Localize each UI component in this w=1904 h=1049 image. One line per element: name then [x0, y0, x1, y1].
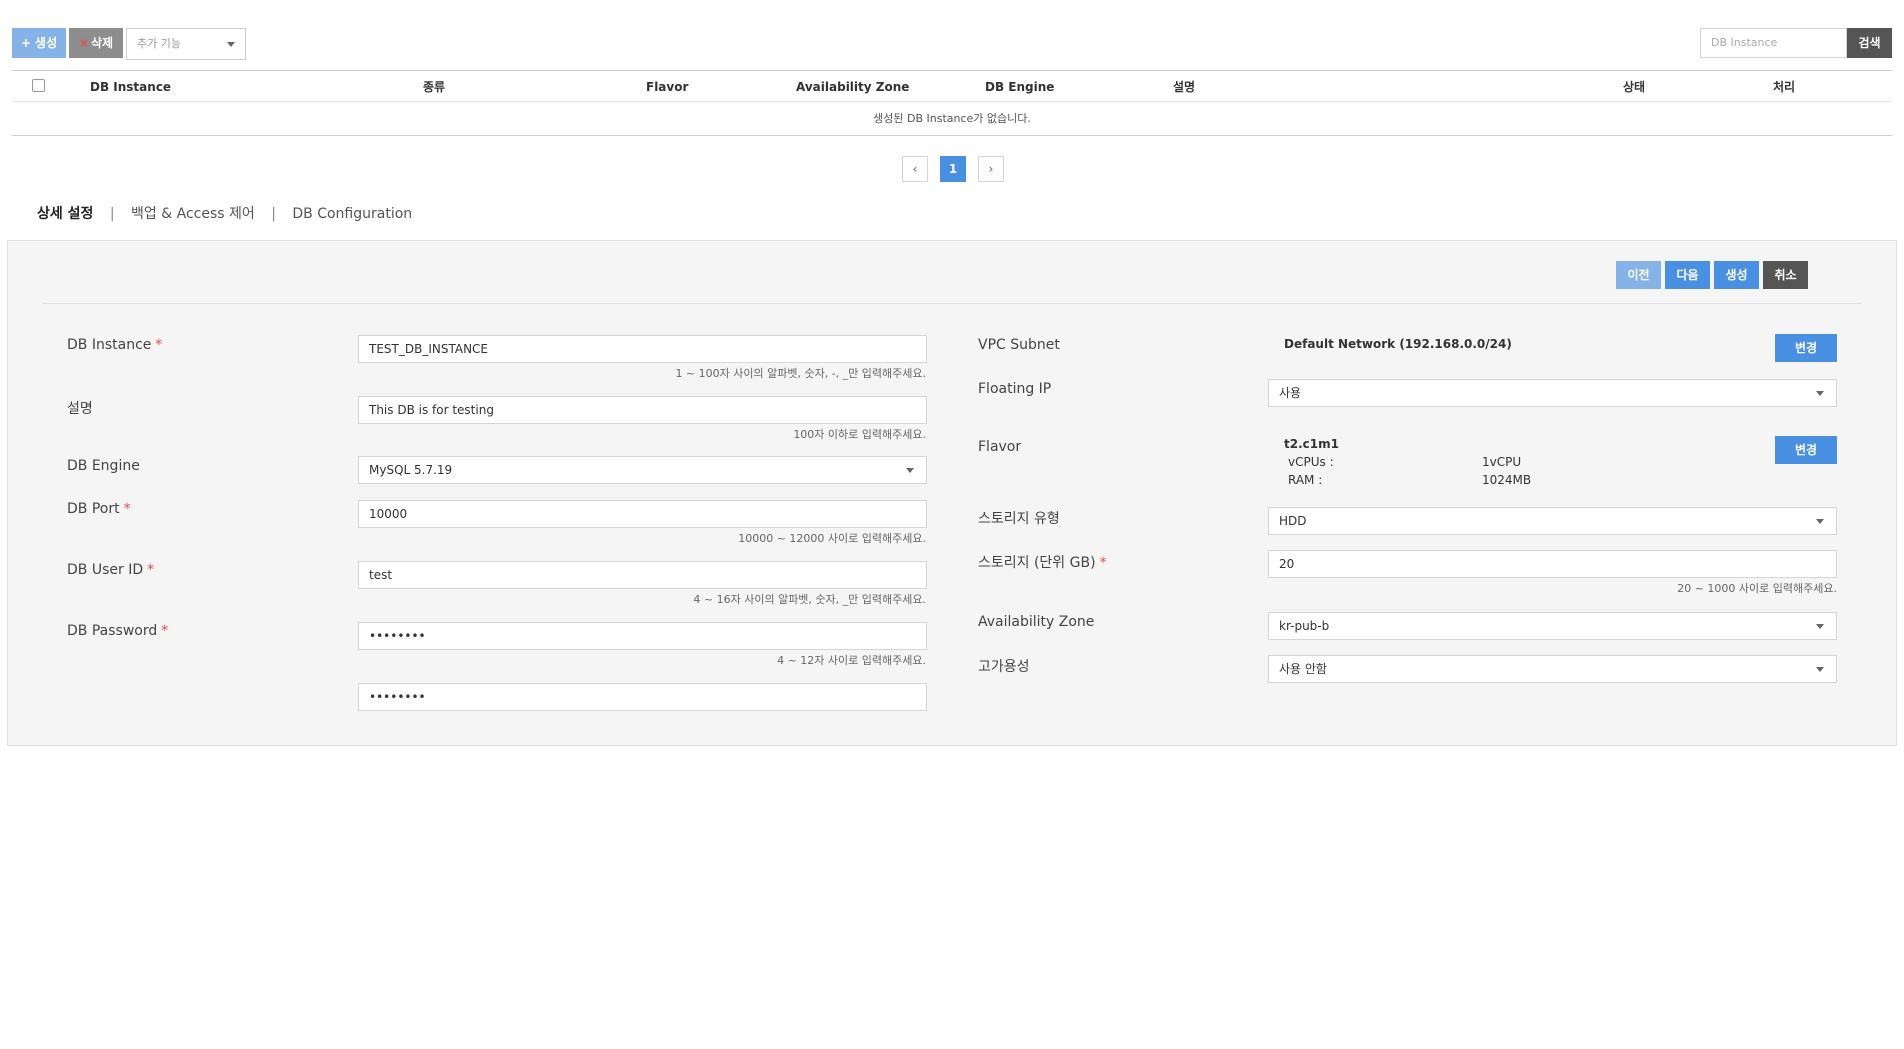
wizard-tabs: 상세 설정 | 백업 & Access 제어 | DB Configuratio…	[37, 203, 412, 223]
storage-size-input[interactable]: 20	[1268, 550, 1837, 578]
description-input[interactable]: This DB is for testing	[358, 396, 927, 424]
storage-type-value: HDD	[1279, 514, 1307, 528]
prev-page-button[interactable]: ‹	[902, 156, 928, 182]
db-port-hint: 10000 ~ 12000 사이로 입력해주세요.	[738, 532, 926, 545]
next-step-button[interactable]: 다음	[1665, 261, 1710, 289]
prev-step-button[interactable]: 이전	[1616, 261, 1661, 289]
col-availability-zone[interactable]: Availability Zone	[796, 71, 909, 103]
vpc-subnet-label: VPC Subnet	[978, 337, 1060, 353]
ram-value: 1024MB	[1482, 473, 1532, 487]
floating-ip-label: Floating IP	[978, 381, 1052, 397]
ram-label: RAM :	[1288, 473, 1323, 487]
panel-divider	[42, 303, 1862, 304]
db-password-confirm-input[interactable]: ••••••••	[358, 683, 927, 711]
chevron-right-icon: ›	[988, 162, 994, 176]
high-availability-value: 사용 안함	[1279, 662, 1327, 676]
instance-table: DB Instance 종류 Flavor Availability Zone …	[12, 70, 1892, 136]
db-engine-value: MySQL 5.7.19	[369, 463, 453, 477]
db-instance-input[interactable]: TEST_DB_INSTANCE	[358, 335, 927, 363]
db-instance-label: DB Instance *	[67, 337, 163, 353]
col-status[interactable]: 상태	[1623, 71, 1645, 103]
db-port-input[interactable]: 10000	[358, 500, 927, 528]
chevron-down-icon	[1816, 624, 1824, 629]
cancel-button[interactable]: 취소	[1763, 261, 1808, 289]
empty-table-message: 생성된 DB Instance가 없습니다.	[12, 102, 1892, 136]
chevron-down-icon	[1816, 667, 1824, 672]
required-mark: *	[1099, 555, 1107, 571]
vcpus-label: vCPUs :	[1288, 455, 1334, 469]
db-user-id-hint: 4 ~ 16자 사이의 알파벳, 숫자, _만 입력해주세요.	[693, 593, 926, 606]
description-hint: 100자 이하로 입력해주세요.	[793, 428, 926, 441]
db-user-id-label: DB User ID *	[67, 562, 155, 578]
search-button[interactable]: 검색	[1847, 28, 1892, 58]
tab-separator: |	[271, 206, 276, 222]
col-db-engine[interactable]: DB Engine	[985, 71, 1054, 103]
chevron-left-icon: ‹	[912, 162, 918, 176]
availability-zone-select[interactable]: kr-pub-b	[1268, 612, 1837, 640]
top-toolbar: + 생성 × 삭제 추가 기능 DB Instance 검색	[12, 28, 1892, 60]
create-button[interactable]: 생성	[1714, 261, 1759, 289]
chevron-down-icon	[906, 468, 914, 473]
floating-ip-select[interactable]: 사용	[1268, 379, 1837, 407]
db-password-input[interactable]: ••••••••	[358, 622, 927, 650]
delete-x-icon: ×	[78, 36, 89, 50]
col-db-instance[interactable]: DB Instance	[90, 71, 171, 103]
col-type[interactable]: 종류	[423, 71, 445, 103]
description-label: 설명	[67, 401, 93, 417]
chevron-down-icon	[1816, 391, 1824, 396]
create-instance-button[interactable]: + 생성	[12, 28, 66, 58]
change-flavor-button[interactable]: 변경	[1775, 436, 1837, 464]
select-all-checkbox[interactable]	[32, 79, 45, 92]
col-flavor[interactable]: Flavor	[646, 71, 688, 103]
tab-detail-settings[interactable]: 상세 설정	[37, 203, 93, 223]
vcpus-value: 1vCPU	[1482, 455, 1522, 469]
table-header: DB Instance 종류 Flavor Availability Zone …	[12, 70, 1892, 102]
delete-label: 삭제	[90, 36, 114, 50]
db-port-label: DB Port *	[67, 501, 131, 517]
db-password-label: DB Password *	[67, 623, 169, 639]
db-instance-hint: 1 ~ 100자 사이의 알파벳, 숫자, -, _만 입력해주세요.	[675, 367, 926, 380]
db-engine-select[interactable]: MySQL 5.7.19	[358, 456, 927, 484]
high-availability-select[interactable]: 사용 안함	[1268, 655, 1837, 683]
availability-zone-label: Availability Zone	[978, 614, 1095, 630]
change-vpc-button[interactable]: 변경	[1775, 334, 1837, 362]
panel-actions: 이전 다음 생성 취소	[1604, 261, 1844, 289]
required-mark: *	[161, 623, 169, 639]
floating-ip-value: 사용	[1279, 386, 1302, 400]
extra-function-value: 추가 기능	[137, 37, 181, 50]
storage-type-select[interactable]: HDD	[1268, 507, 1837, 535]
tab-backup-access[interactable]: 백업 & Access 제어	[131, 203, 255, 223]
next-page-button[interactable]: ›	[978, 156, 1004, 182]
high-availability-label: 고가용성	[978, 659, 1030, 675]
detail-settings-panel: 이전 다음 생성 취소 DB Instance * TEST_DB_INSTANC…	[7, 240, 1897, 746]
storage-size-label: 스토리지 (단위 GB) *	[978, 555, 1107, 571]
vpc-subnet-value: Default Network (192.168.0.0/24)	[1284, 337, 1512, 351]
storage-size-hint: 20 ~ 1000 사이로 입력해주세요.	[1677, 582, 1837, 595]
required-mark: *	[155, 337, 163, 353]
extra-function-select[interactable]: 추가 기능	[126, 28, 246, 60]
db-engine-label: DB Engine	[67, 458, 140, 474]
db-user-id-input[interactable]: test	[358, 561, 927, 589]
chevron-down-icon	[227, 42, 235, 47]
storage-type-label: 스토리지 유형	[978, 511, 1060, 527]
col-action[interactable]: 처리	[1773, 71, 1795, 103]
flavor-name: t2.c1m1	[1284, 437, 1339, 451]
chevron-down-icon	[1816, 519, 1824, 524]
required-mark: *	[147, 562, 155, 578]
col-description[interactable]: 설명	[1173, 71, 1195, 103]
flavor-label: Flavor	[978, 439, 1022, 455]
tab-separator: |	[109, 206, 115, 222]
search-input[interactable]: DB Instance	[1700, 28, 1847, 58]
delete-instance-button[interactable]: × 삭제	[69, 28, 123, 58]
required-mark: *	[123, 501, 131, 517]
tab-db-configuration[interactable]: DB Configuration	[292, 206, 412, 222]
page-1-button[interactable]: 1	[940, 156, 966, 182]
availability-zone-value: kr-pub-b	[1279, 619, 1330, 633]
db-password-hint: 4 ~ 12자 사이로 입력해주세요.	[777, 654, 926, 667]
